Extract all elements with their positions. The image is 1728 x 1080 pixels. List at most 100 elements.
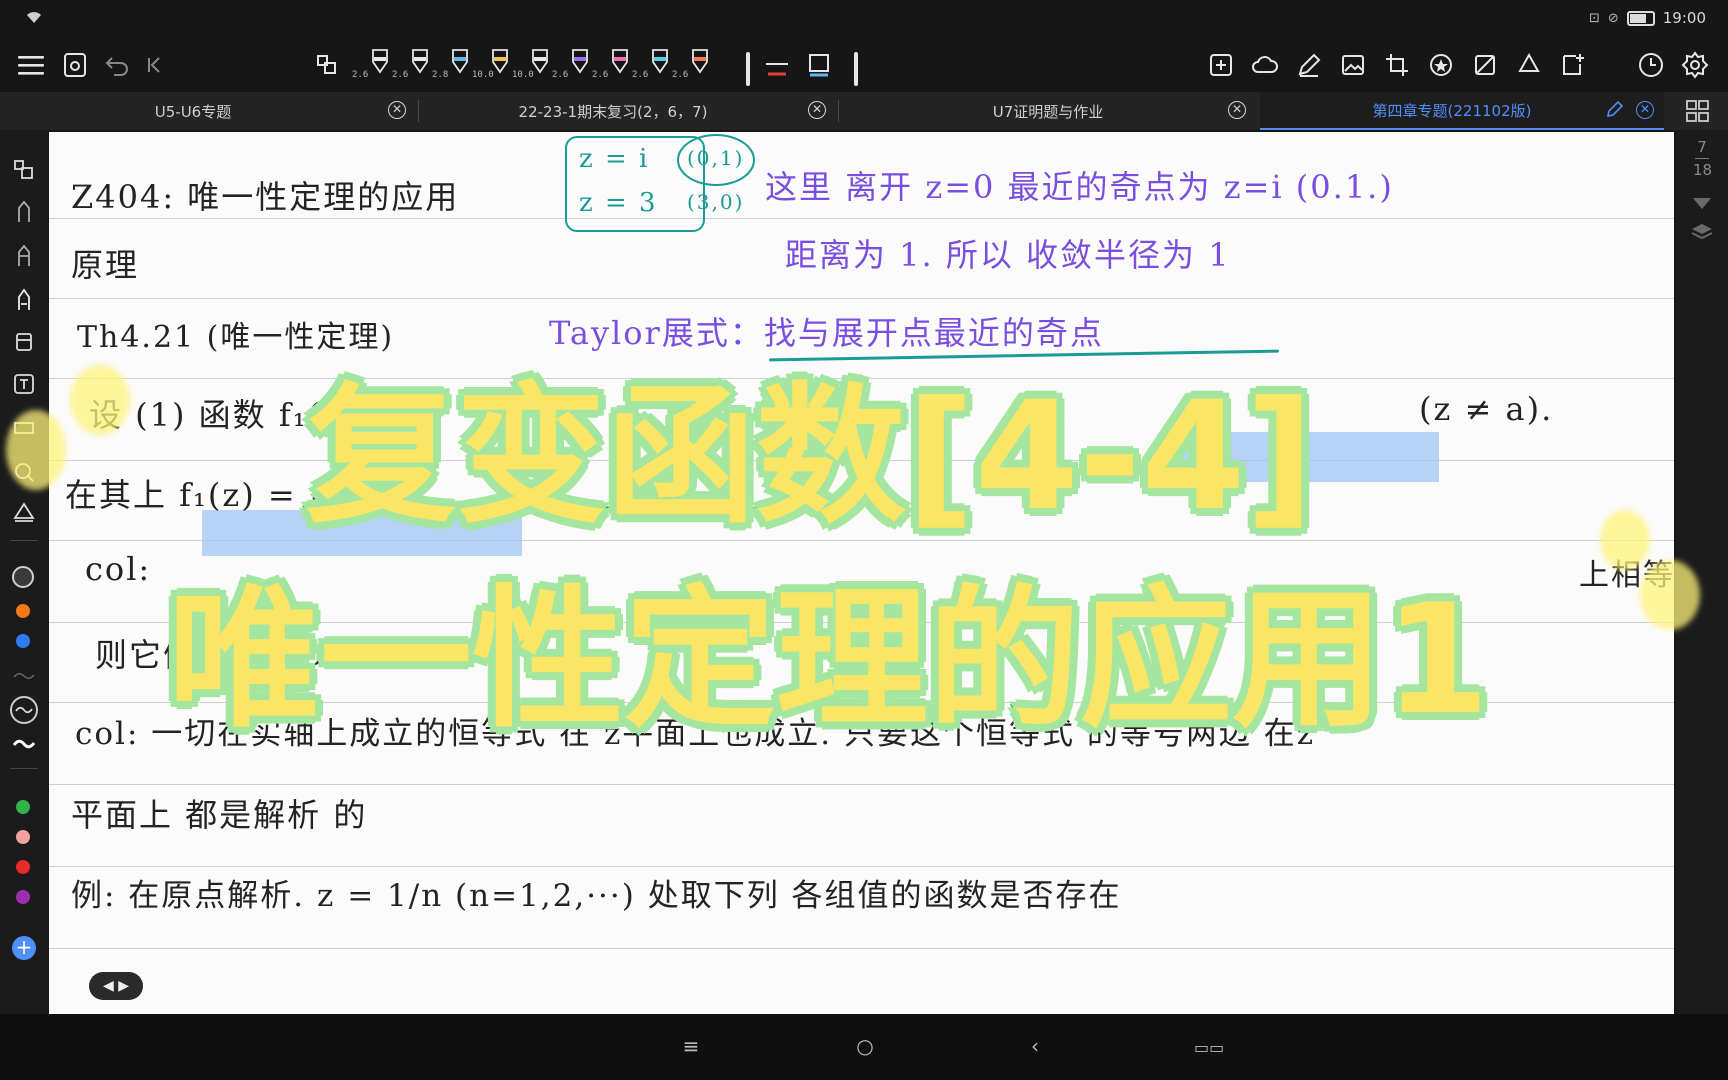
add-color-icon[interactable]: + [12, 936, 36, 960]
right-page-sidebar: 7 18 [1676, 130, 1728, 1014]
shape-recognize-icon[interactable] [12, 500, 36, 524]
tab-label: U5-U6专题 [154, 102, 232, 121]
purple-note-nearest-singularity: 这里 离开 z=0 最近的奇点为 z=i (0.1.) [765, 168, 1394, 206]
crop-icon[interactable] [1382, 50, 1412, 80]
tab-chapter4[interactable]: 第四章专题(221102版) ✕ [1260, 92, 1664, 130]
color-swatch-pink[interactable] [16, 830, 30, 844]
theorem-condition-end: (z ≠ a). [1419, 390, 1554, 428]
line-tool-icon[interactable] [762, 50, 792, 80]
laser-icon[interactable] [12, 460, 36, 484]
insert-note-icon[interactable] [1558, 50, 1588, 80]
corollary-2-cont: 平面上 都是解析 的 [71, 796, 368, 834]
pen-preset[interactable]: 2.6 [592, 46, 630, 86]
page-down-icon[interactable] [1692, 196, 1712, 215]
page-indicator[interactable]: 7 18 [1693, 138, 1712, 179]
highlight-mark [1159, 432, 1439, 482]
read-mode-icon[interactable] [60, 50, 90, 80]
recents-nav-icon[interactable]: ▭▭ [1194, 1038, 1224, 1057]
ruled-line [49, 948, 1674, 949]
tab-label: 22-23-1期末复习(2，6，7) [518, 102, 708, 121]
screenshot-icon: ⊡ [1588, 10, 1600, 26]
color-swatch-purple[interactable] [16, 890, 30, 904]
tab-label: 第四章专题(221102版) [1372, 101, 1532, 120]
pen-preset-icon [572, 49, 588, 74]
pen-preset[interactable]: 10.0 [472, 46, 510, 86]
close-tab-icon[interactable]: ✕ [388, 101, 406, 119]
color-swatch-orange[interactable] [16, 604, 30, 618]
add-page-icon[interactable] [1206, 50, 1236, 80]
sidebar-divider [10, 768, 38, 769]
collapse-icon[interactable] [140, 50, 170, 80]
pen-preset-icon [492, 49, 508, 74]
edit-tab-icon[interactable] [1606, 100, 1624, 122]
pen-preset[interactable]: 2.6 [672, 46, 710, 86]
pen-icon[interactable] [12, 200, 36, 224]
corollary-1-cont: 则它们在区域D内 [95, 636, 361, 674]
pen-preset-icon [692, 49, 708, 74]
pen-preset[interactable]: 2.6 [552, 46, 590, 86]
section-heading: Z404: 唯一性定理的应用 [71, 178, 460, 216]
close-tab-icon[interactable]: ✕ [1636, 101, 1654, 119]
toolbar-divider [746, 52, 750, 86]
text-tool-icon[interactable] [12, 372, 36, 396]
eraser-tool-icon[interactable] [12, 330, 36, 354]
stroke-thin-icon[interactable] [12, 664, 36, 688]
ruler-icon[interactable] [12, 416, 36, 440]
principle-label: 原理 [71, 246, 140, 284]
ruled-line [49, 622, 1674, 623]
pen-preset[interactable]: 2.8 [432, 46, 470, 86]
stroke-medium-icon[interactable] [10, 696, 38, 724]
lasso-tool-icon[interactable] [312, 50, 342, 80]
page-nav-pill[interactable]: ◀ ▶ [89, 972, 143, 1000]
stroke-thick-icon[interactable] [12, 732, 36, 756]
notebook-page[interactable]: Z404: 唯一性定理的应用 z = i z = 3 (0,1) (3,0) 这… [49, 132, 1674, 1014]
shape-tool-icon[interactable] [804, 50, 834, 80]
close-tab-icon[interactable]: ✕ [1228, 101, 1246, 119]
image-icon[interactable] [1338, 50, 1368, 80]
sticker-icon[interactable] [1426, 50, 1456, 80]
marker-icon[interactable] [12, 288, 36, 312]
lasso-icon[interactable] [12, 158, 36, 182]
pen-size-label: 2.8 [432, 70, 449, 80]
pen-preset[interactable]: 10.0 [512, 46, 550, 86]
tab-overview-icon[interactable] [1686, 100, 1710, 126]
layers-icon[interactable] [1691, 222, 1713, 246]
pen-settings-icon[interactable] [1294, 50, 1324, 80]
top-toolbar: 2.6 2.6 2.8 10.0 10.0 2.6 2.6 2.6 2.6 [0, 38, 1728, 92]
menu-nav-icon[interactable]: ≡ [676, 1034, 706, 1058]
pen-preset[interactable]: 2.6 [352, 46, 390, 86]
ruled-line [49, 378, 1674, 379]
tab-final-review[interactable]: 22-23-1期末复习(2，6，7) ✕ [420, 92, 836, 130]
home-nav-icon[interactable]: ○ [850, 1034, 880, 1058]
color-swatch-dark[interactable] [12, 566, 34, 588]
eraser-icon[interactable] [1470, 50, 1500, 80]
back-nav-icon[interactable]: ‹ [1020, 1034, 1050, 1058]
tab-u5-u6[interactable]: U5-U6专题 ✕ [0, 92, 416, 130]
close-tab-icon[interactable]: ✕ [808, 101, 826, 119]
cloud-icon[interactable] [1250, 50, 1280, 80]
ruled-line [49, 784, 1674, 785]
pen-preset-icon [452, 49, 468, 74]
color-swatch-red[interactable] [16, 860, 30, 874]
theorem-condition-1: 设 (1) 函数 f₁(z) [89, 396, 356, 434]
history-icon[interactable] [1636, 50, 1666, 80]
pen-preset[interactable]: 2.6 [392, 46, 430, 86]
pencil-icon[interactable] [12, 244, 36, 268]
tab-label: U7证明题与作业 [992, 102, 1104, 121]
undo-icon[interactable] [102, 50, 132, 80]
wifi-icon [27, 12, 41, 23]
pen-preset[interactable]: 2.6 [632, 46, 670, 86]
teal-coord-2: (3,0) [687, 190, 745, 214]
ruled-line [49, 218, 1674, 219]
theorem-condition-2: 在其上 f₁(z) = f₂(z) [65, 476, 386, 514]
settings-gear-icon[interactable] [1680, 50, 1710, 80]
color-swatch-green[interactable] [16, 800, 30, 814]
mute-icon: ⊘ [1607, 10, 1619, 26]
pen-size-label: 2.6 [552, 70, 569, 80]
convert-icon[interactable] [1514, 50, 1544, 80]
tab-u7[interactable]: U7证明题与作业 ✕ [840, 92, 1256, 130]
color-swatch-blue[interactable] [16, 634, 30, 648]
pen-size-label: 2.6 [352, 70, 369, 80]
teal-coord-1: (0,1) [687, 146, 745, 170]
menu-icon[interactable] [16, 50, 46, 80]
